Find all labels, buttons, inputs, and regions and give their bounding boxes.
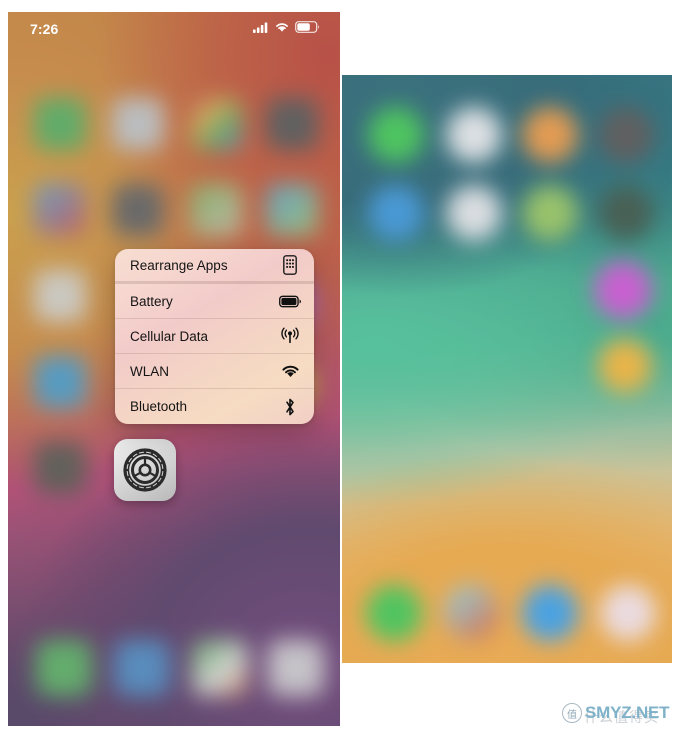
menu-item-label: Rearrange Apps [130, 257, 228, 273]
menu-item-wlan[interactable]: WLAN [115, 354, 314, 389]
right-dim-overlay [342, 75, 672, 663]
menu-item-label: Cellular Data [130, 328, 209, 344]
gear-icon [123, 448, 167, 492]
wifi-icon [274, 20, 290, 38]
watermark: 什么值得买 值 SMYZ.NET [562, 698, 674, 728]
wifi-icon [279, 360, 301, 382]
status-bar-indicators [253, 20, 320, 38]
cellular-data-icon [279, 325, 301, 347]
left-status-bar: 7:26 [8, 12, 340, 46]
menu-item-rearrange-apps[interactable]: Rearrange Apps [115, 249, 314, 284]
settings-app-icon[interactable] [114, 439, 176, 501]
menu-item-label: WLAN [130, 363, 170, 379]
menu-item-battery[interactable]: Battery [115, 284, 314, 319]
menu-item-label: Bluetooth [130, 399, 188, 414]
menu-item-cellular-data[interactable]: Cellular Data [115, 319, 314, 354]
watermark-text: SMYZ.NET [585, 703, 670, 722]
left-phone-screenshot: 7:26 Rearrange Apps Battery Cellular Dat… [8, 12, 340, 726]
battery-icon [295, 20, 320, 38]
status-bar-time: 7:26 [30, 21, 59, 37]
watermark-badge-icon: 值 [562, 703, 582, 723]
rearrange-apps-icon [279, 254, 301, 276]
menu-item-label: Battery [130, 293, 173, 309]
left-context-menu[interactable]: Rearrange Apps Battery Cellular Data WLA… [115, 249, 314, 424]
bluetooth-icon [279, 396, 301, 418]
battery-icon [279, 290, 301, 312]
cellular-bars-icon [253, 20, 269, 38]
right-phone-screenshot: 电池 蜂窝移动数据 [342, 75, 672, 663]
menu-item-bluetooth[interactable]: Bluetooth [115, 389, 314, 424]
